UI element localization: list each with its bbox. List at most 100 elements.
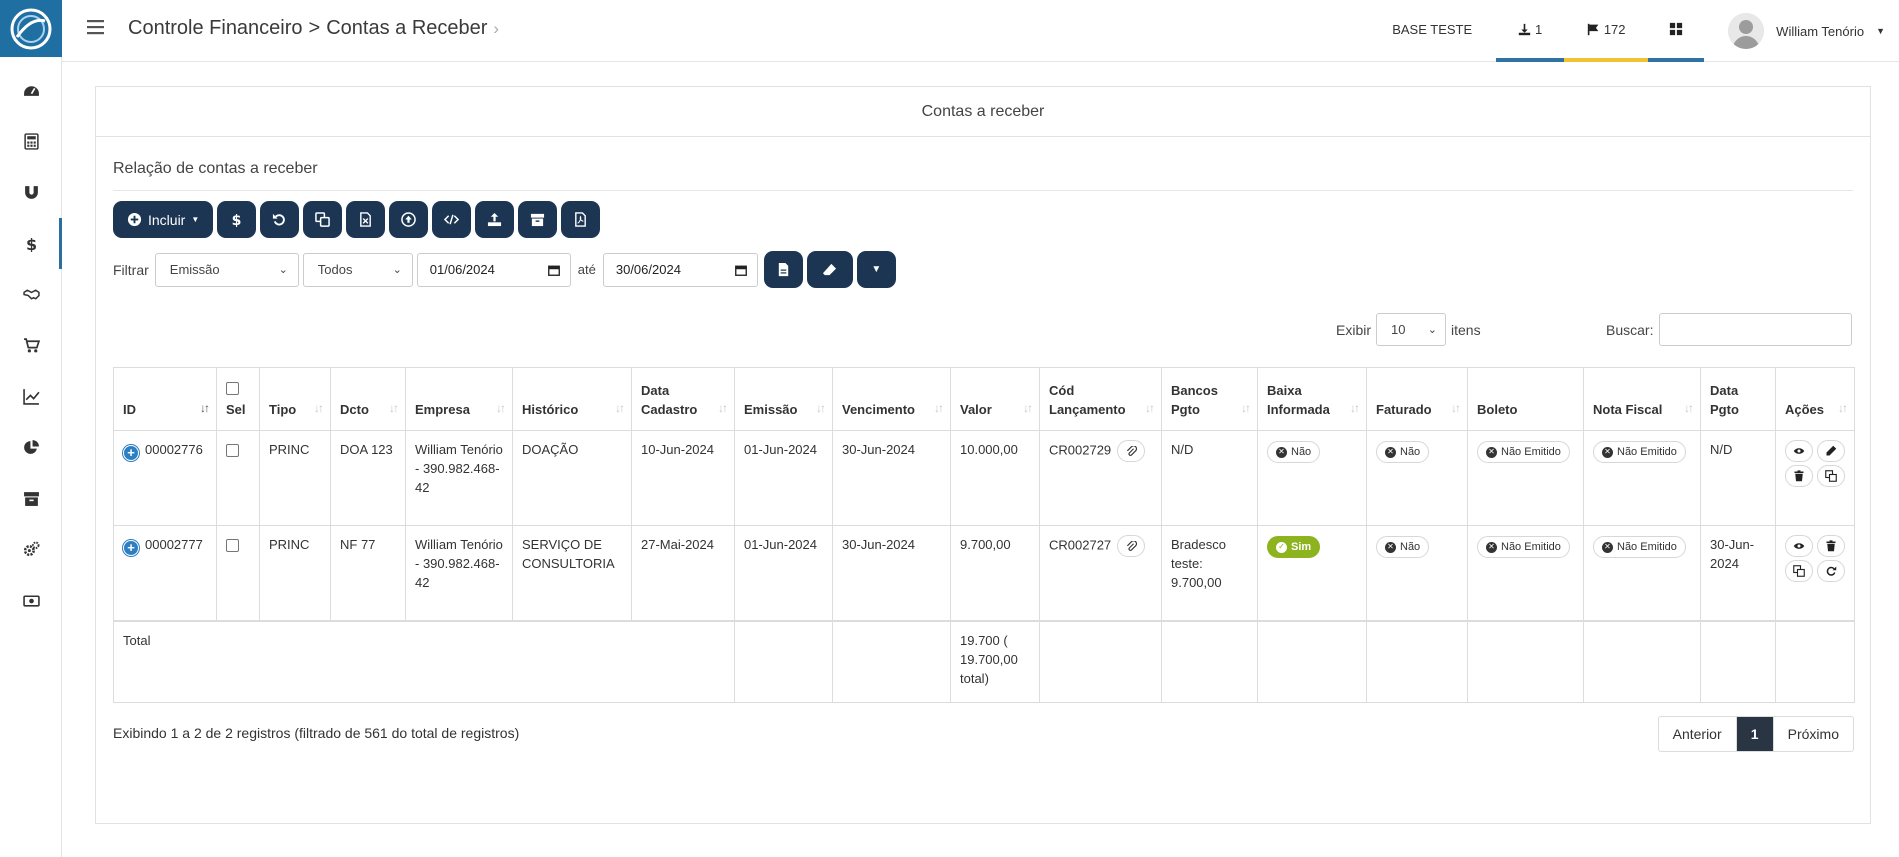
- baixa-badge[interactable]: ✓ Sim: [1267, 536, 1321, 558]
- user-menu[interactable]: William Tenório ▼: [1704, 0, 1899, 62]
- import-button[interactable]: [475, 201, 515, 238]
- col-emissao[interactable]: Emissão ↓↑: [734, 367, 833, 431]
- row-id[interactable]: 00002777: [145, 537, 203, 552]
- export-pdf-button[interactable]: [561, 201, 601, 238]
- pagination-page[interactable]: 1: [1736, 717, 1773, 751]
- sidebar-item-calculator[interactable]: [0, 116, 62, 167]
- cod-lancamento-value: CR002729: [1049, 442, 1112, 458]
- select-all-checkbox[interactable]: [226, 382, 239, 395]
- col-empresa[interactable]: Empresa ↓↑: [405, 367, 513, 431]
- col-id[interactable]: ID ↓↑: [113, 367, 217, 431]
- col-bancos-pgto[interactable]: Bancos Pgto ↓↑: [1161, 367, 1258, 431]
- col-data-pgto[interactable]: Data Pgto: [1700, 367, 1776, 431]
- sidebar-item-cart[interactable]: [0, 320, 62, 371]
- copy-button[interactable]: [1785, 560, 1813, 582]
- col-cod-lancamento[interactable]: Cód Lançamento ↓↑: [1039, 367, 1162, 431]
- eraser-icon: [823, 263, 837, 276]
- user-name: William Tenório: [1776, 23, 1865, 39]
- export-excel-button[interactable]: [346, 201, 386, 238]
- sidebar-item-settings[interactable]: [0, 524, 62, 575]
- page-size-control: Exibir 10 ⌄ itens: [1336, 313, 1481, 346]
- menu-toggle-icon[interactable]: [86, 17, 106, 37]
- baixa-badge[interactable]: ✕ Não: [1267, 441, 1321, 463]
- col-baixa-informada[interactable]: Baixa Informada ↓↑: [1257, 367, 1367, 431]
- duplicate-button[interactable]: [303, 201, 343, 238]
- faturado-badge[interactable]: ✕ Não: [1376, 441, 1430, 463]
- notifications-button[interactable]: 172: [1564, 0, 1649, 62]
- incluir-button[interactable]: Incluir ▼: [113, 201, 214, 238]
- col-faturado[interactable]: Faturado ↓↑: [1366, 367, 1468, 431]
- sidebar-item-archive[interactable]: [0, 473, 62, 524]
- row-checkbox[interactable]: [226, 539, 239, 552]
- col-data-cadastro[interactable]: Data Cadastro ↓↑: [631, 367, 735, 431]
- svg-text:$: $: [232, 213, 242, 227]
- sidebar-item-reports[interactable]: [0, 371, 62, 422]
- delete-button[interactable]: [1817, 535, 1845, 557]
- col-historico[interactable]: Histórico ↓↑: [512, 367, 632, 431]
- reverse-payment-button[interactable]: [1817, 560, 1845, 582]
- view-button[interactable]: [1785, 440, 1813, 462]
- pagination-prev[interactable]: Anterior: [1659, 717, 1737, 751]
- date-to-input[interactable]: 30/06/2024: [602, 252, 758, 287]
- upload-circle-button[interactable]: [389, 201, 429, 238]
- cell-sel: [216, 525, 260, 621]
- sidebar-item-money[interactable]: [0, 575, 62, 626]
- boleto-badge[interactable]: ✕ Não Emitido: [1477, 441, 1570, 463]
- receive-button[interactable]: $: [217, 201, 257, 238]
- apps-button[interactable]: [1648, 0, 1705, 62]
- more-filters-button[interactable]: ▼: [856, 251, 896, 288]
- col-nota-fiscal[interactable]: Nota Fiscal ↓↑: [1583, 367, 1701, 431]
- faturado-badge[interactable]: ✕ Não: [1376, 536, 1430, 558]
- attachment-button[interactable]: [1117, 535, 1146, 557]
- logo[interactable]: [0, 0, 62, 57]
- pagination-next[interactable]: Próximo: [1772, 717, 1853, 751]
- expand-row-icon[interactable]: +: [123, 539, 139, 556]
- sort-icon: ↓↑: [816, 401, 826, 415]
- clear-filter-button[interactable]: [806, 251, 853, 288]
- filter-status-select[interactable]: Todos ⌄: [302, 252, 413, 287]
- calendar-icon: [547, 265, 560, 276]
- cell-tipo: PRINC: [259, 525, 331, 621]
- nota-fiscal-badge[interactable]: ✕ Não Emitido: [1593, 536, 1686, 558]
- row-checkbox[interactable]: [226, 444, 239, 457]
- col-acoes[interactable]: Ações ↓↑: [1775, 367, 1855, 431]
- archive-button[interactable]: [518, 201, 558, 238]
- edit-button[interactable]: [1817, 440, 1845, 462]
- sidebar-item-dashboard[interactable]: [0, 65, 62, 116]
- table-header-row: ID ↓↑ Sel Tipo ↓↑ Dcto ↓↑ Empresa ↓↑ Históri…: [113, 367, 1855, 431]
- apply-filter-button[interactable]: [763, 251, 803, 288]
- section-title: Relação de contas a receber: [113, 160, 318, 177]
- page-size-select[interactable]: 10 ⌄: [1376, 313, 1447, 346]
- col-dcto[interactable]: Dcto ↓↑: [330, 367, 406, 431]
- code-button[interactable]: [432, 201, 472, 238]
- sort-icon: ↓↑: [934, 401, 944, 415]
- nota-fiscal-badge[interactable]: ✕ Não Emitido: [1593, 441, 1686, 463]
- database-selector[interactable]: BASE TESTE: [1368, 0, 1496, 62]
- attachment-button[interactable]: [1117, 440, 1146, 462]
- undo-button[interactable]: [260, 201, 300, 238]
- search-input[interactable]: [1659, 313, 1853, 346]
- copy-button[interactable]: [1817, 465, 1845, 487]
- cell-emissao: 01-Jun-2024: [734, 525, 833, 621]
- col-valor[interactable]: Valor ↓↑: [950, 367, 1040, 431]
- downloads-button[interactable]: 1: [1496, 0, 1565, 62]
- col-vencimento[interactable]: Vencimento ↓↑: [832, 367, 951, 431]
- cell-empty: [1775, 619, 1855, 703]
- cell-empty: [1161, 619, 1258, 703]
- date-from-input[interactable]: 01/06/2024: [416, 252, 571, 287]
- filter-field-select[interactable]: Emissão ⌄: [154, 252, 299, 287]
- sort-icon: ↓↑: [1145, 401, 1155, 415]
- cell-data-cadastro: 27-Mai-2024: [631, 525, 735, 621]
- delete-button[interactable]: [1785, 465, 1813, 487]
- cell-data-pgto: N/D: [1700, 430, 1776, 526]
- col-tipo[interactable]: Tipo ↓↑: [259, 367, 331, 431]
- sidebar-item-handshake[interactable]: [0, 269, 62, 320]
- row-id[interactable]: 00002776: [145, 442, 203, 457]
- expand-row-icon[interactable]: +: [123, 444, 139, 461]
- sidebar-item-analytics[interactable]: [0, 422, 62, 473]
- sidebar-item-financeiro[interactable]: $: [0, 218, 62, 269]
- view-button[interactable]: [1785, 535, 1813, 557]
- boleto-badge[interactable]: ✕ Não Emitido: [1477, 536, 1570, 558]
- sidebar-item-magnet[interactable]: [0, 167, 62, 218]
- breadcrumb-root[interactable]: Controle Financeiro: [128, 17, 303, 40]
